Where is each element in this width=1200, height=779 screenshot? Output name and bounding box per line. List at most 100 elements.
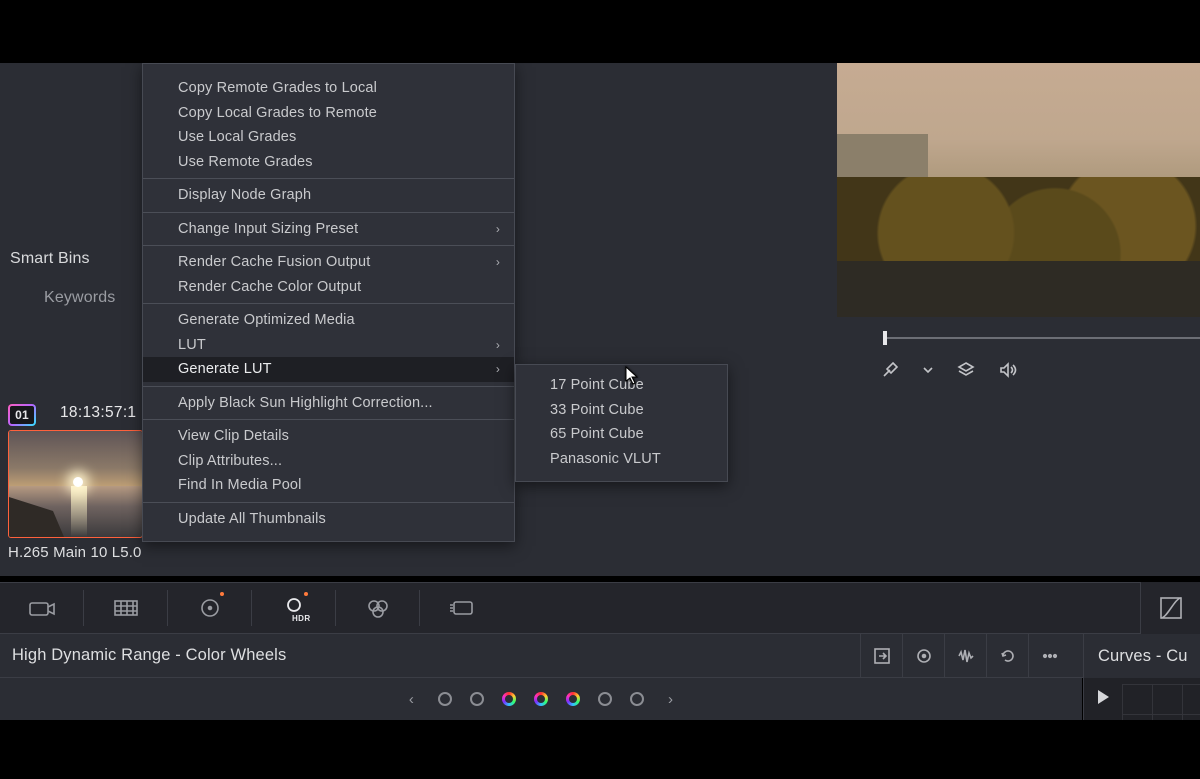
indicator-dot-icon: [304, 592, 308, 596]
menu-item-lut[interactable]: LUT ›: [143, 333, 514, 358]
submenu-item-17-point-cube[interactable]: 17 Point Cube: [516, 373, 727, 398]
menu-item-label: 33 Point Cube: [550, 402, 644, 418]
menu-item-view-clip-details[interactable]: View Clip Details: [143, 424, 514, 449]
more-icon[interactable]: [1028, 634, 1070, 678]
page-dot-active[interactable]: [502, 692, 516, 706]
smart-bins-header[interactable]: Smart Bins: [10, 250, 90, 268]
submenu-item-33-point-cube[interactable]: 33 Point Cube: [516, 398, 727, 423]
rgb-mixer-button[interactable]: [336, 582, 420, 634]
waveform-icon[interactable]: [944, 634, 986, 678]
panel-title: High Dynamic Range - Color Wheels: [12, 646, 286, 665]
menu-item-label: Generate Optimized Media: [178, 312, 355, 328]
menu-item-generate-optimized-media[interactable]: Generate Optimized Media: [143, 308, 514, 333]
color-match-button[interactable]: [84, 582, 168, 634]
menu-item-use-remote-grades[interactable]: Use Remote Grades: [143, 150, 514, 175]
menu-item-copy-remote-to-local[interactable]: Copy Remote Grades to Local: [143, 76, 514, 101]
menu-item-label: Clip Attributes...: [178, 453, 282, 469]
chevron-down-icon[interactable]: [922, 360, 934, 380]
menu-item-label: Copy Remote Grades to Local: [178, 80, 377, 96]
camera-raw-button[interactable]: [0, 582, 84, 634]
menu-item-label: Panasonic VLUT: [550, 451, 661, 467]
viewer-scrubber[interactable]: [883, 331, 1200, 345]
menu-separator: [143, 419, 514, 420]
menu-item-clip-attributes[interactable]: Clip Attributes...: [143, 449, 514, 474]
menu-item-label: Copy Local Grades to Remote: [178, 105, 377, 121]
keywords-item[interactable]: Keywords: [44, 289, 115, 307]
clip-timecode: 18:13:57:1: [60, 404, 136, 422]
menu-separator: [143, 212, 514, 213]
color-page-toolbar: HDR: [0, 582, 1200, 634]
menu-separator: [143, 245, 514, 246]
menu-item-label: Display Node Graph: [178, 187, 311, 203]
clip-format-label: H.265 Main 10 L5.0: [8, 544, 142, 561]
menu-item-black-sun-correction[interactable]: Apply Black Sun Highlight Correction...: [143, 391, 514, 416]
scrubber-handle[interactable]: [883, 331, 887, 345]
menu-item-render-cache-color[interactable]: Render Cache Color Output: [143, 275, 514, 300]
curves-grid[interactable]: [1122, 684, 1200, 720]
next-page-button[interactable]: ›: [662, 691, 679, 708]
menu-item-label: LUT: [178, 337, 206, 353]
menu-item-generate-lut[interactable]: Generate LUT›: [143, 357, 514, 382]
page-dot-active[interactable]: [534, 692, 548, 706]
menu-item-find-in-media-pool[interactable]: Find In Media Pool: [143, 473, 514, 498]
menu-item-label: 65 Point Cube: [550, 426, 644, 442]
menu-item-label: Generate LUT: [178, 361, 272, 377]
menu-item-label: Find In Media Pool: [178, 477, 302, 493]
layers-icon[interactable]: [956, 360, 976, 380]
motion-effects-button[interactable]: [420, 582, 504, 634]
menu-item-label: Render Cache Fusion Output: [178, 254, 370, 270]
expand-icon[interactable]: [860, 634, 902, 678]
menu-item-label: Use Remote Grades: [178, 154, 313, 170]
reset-icon[interactable]: [986, 634, 1028, 678]
menu-item-label: Change Input Sizing Preset: [178, 221, 358, 237]
menu-item-display-node-graph[interactable]: Display Node Graph: [143, 183, 514, 208]
menu-item-update-thumbnails[interactable]: Update All Thumbnails: [143, 507, 514, 532]
curves-tool-button[interactable]: [1140, 582, 1200, 634]
menu-item-render-cache-fusion[interactable]: Render Cache Fusion Output ›: [143, 250, 514, 275]
viewer-preview[interactable]: [837, 63, 1200, 317]
panel-header: High Dynamic Range - Color Wheels: [0, 634, 1200, 678]
menu-separator: [143, 502, 514, 503]
menu-item-label: Apply Black Sun Highlight Correction...: [178, 395, 433, 411]
menu-item-label: View Clip Details: [178, 428, 289, 444]
submenu-item-panasonic-vlut[interactable]: Panasonic VLUT: [516, 447, 727, 472]
menu-item-change-input-sizing-preset[interactable]: Change Input Sizing Preset ›: [143, 217, 514, 242]
menu-item-label: Update All Thumbnails: [178, 511, 326, 527]
page-dot[interactable]: [598, 692, 612, 706]
submenu-arrow-icon: ›: [496, 338, 500, 352]
menu-item-label: Use Local Grades: [178, 129, 296, 145]
clip-index-badge[interactable]: 01: [8, 404, 36, 426]
page-dot[interactable]: [470, 692, 484, 706]
menu-separator: [143, 386, 514, 387]
thumbnail-art: [71, 486, 87, 537]
wheel-page-nav: ‹ ›: [0, 678, 1082, 720]
volume-icon[interactable]: [998, 360, 1018, 380]
scrubber-track: [883, 337, 1200, 339]
menu-item-label: Render Cache Color Output: [178, 279, 361, 295]
submenu-item-65-point-cube[interactable]: 65 Point Cube: [516, 422, 727, 447]
hdr-sublabel: HDR: [292, 614, 311, 623]
curves-panel-body: [1083, 678, 1200, 720]
menu-item-copy-local-to-remote[interactable]: Copy Local Grades to Remote: [143, 101, 514, 126]
panel-header-icons: [860, 634, 1070, 678]
picker-icon[interactable]: [880, 360, 900, 380]
submenu-arrow-icon: ›: [496, 255, 500, 269]
page-dot[interactable]: [630, 692, 644, 706]
page-dot-active[interactable]: [566, 692, 580, 706]
prev-page-button[interactable]: ‹: [403, 691, 420, 708]
context-submenu-generate-lut: 17 Point Cube 33 Point Cube 65 Point Cub…: [515, 364, 728, 482]
preview-art: [837, 261, 1200, 317]
menu-separator: [143, 303, 514, 304]
viewer-toolbar: [880, 360, 1018, 380]
target-icon[interactable]: [902, 634, 944, 678]
play-icon[interactable]: [1098, 690, 1109, 704]
letterbox-top: [0, 0, 1200, 63]
submenu-arrow-icon: ›: [496, 222, 500, 236]
menu-item-label: 17 Point Cube: [550, 377, 644, 393]
hdr-wheels-button[interactable]: HDR: [252, 582, 336, 634]
indicator-dot-icon: [220, 592, 224, 596]
menu-item-use-local-grades[interactable]: Use Local Grades: [143, 125, 514, 150]
clip-thumbnail[interactable]: [8, 430, 143, 538]
page-dot[interactable]: [438, 692, 452, 706]
color-wheels-button[interactable]: [168, 582, 252, 634]
